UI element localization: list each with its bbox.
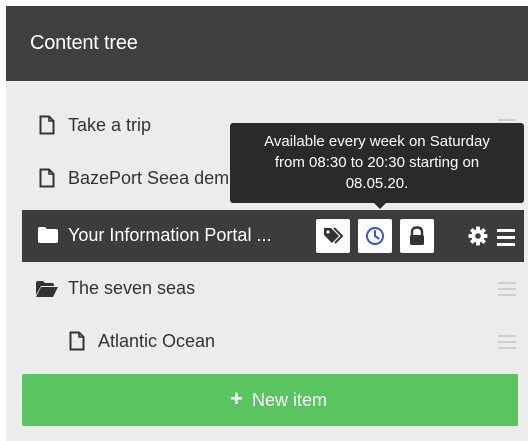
tree-item-the-seven-seas[interactable]: The seven seas	[22, 264, 524, 314]
file-icon	[69, 331, 85, 356]
tree-item-label: Your Information Portal ...	[68, 225, 272, 245]
tree-item-label: BazePort Seea demo	[68, 168, 240, 188]
tree-item-label: The seven seas	[68, 278, 196, 298]
folder-open-icon	[36, 281, 58, 302]
new-item-button[interactable]: + New item	[22, 374, 518, 426]
lock-button[interactable]	[400, 219, 434, 253]
content-tree-title: Content tree	[30, 32, 138, 54]
drag-handle-icon[interactable]	[498, 282, 516, 300]
drag-handle-icon[interactable]	[498, 335, 516, 353]
file-icon	[39, 168, 55, 193]
file-icon	[39, 115, 55, 140]
tree-item-label: Take a trip	[68, 115, 152, 135]
tree-item-atlantic-ocean[interactable]: Atlantic Ocean	[22, 317, 524, 367]
tooltip-line: from 08:30 to 20:30 starting on	[274, 154, 480, 171]
schedule-tooltip: Available every week on Saturday from 08…	[230, 123, 524, 203]
tooltip-line: 08.05.20.	[345, 175, 409, 192]
folder-icon	[38, 227, 58, 248]
plus-icon: +	[230, 386, 243, 411]
tree-item-label: Atlantic Ocean	[98, 331, 216, 351]
gear-icon[interactable]	[468, 226, 488, 251]
content-tree-panel: Content tree Take a trip BazePort Seea d…	[6, 6, 528, 441]
tree-item-your-information-portal[interactable]: Your Information Portal ...	[22, 210, 524, 262]
menu-icon[interactable]	[497, 229, 515, 250]
tooltip-arrow	[373, 202, 387, 209]
tooltip-line: Available every week on Saturday	[264, 133, 490, 150]
tags-button[interactable]	[316, 219, 350, 253]
schedule-button[interactable]	[358, 219, 392, 253]
new-item-label: New item	[252, 390, 328, 410]
content-tree-header: Content tree	[6, 6, 528, 81]
